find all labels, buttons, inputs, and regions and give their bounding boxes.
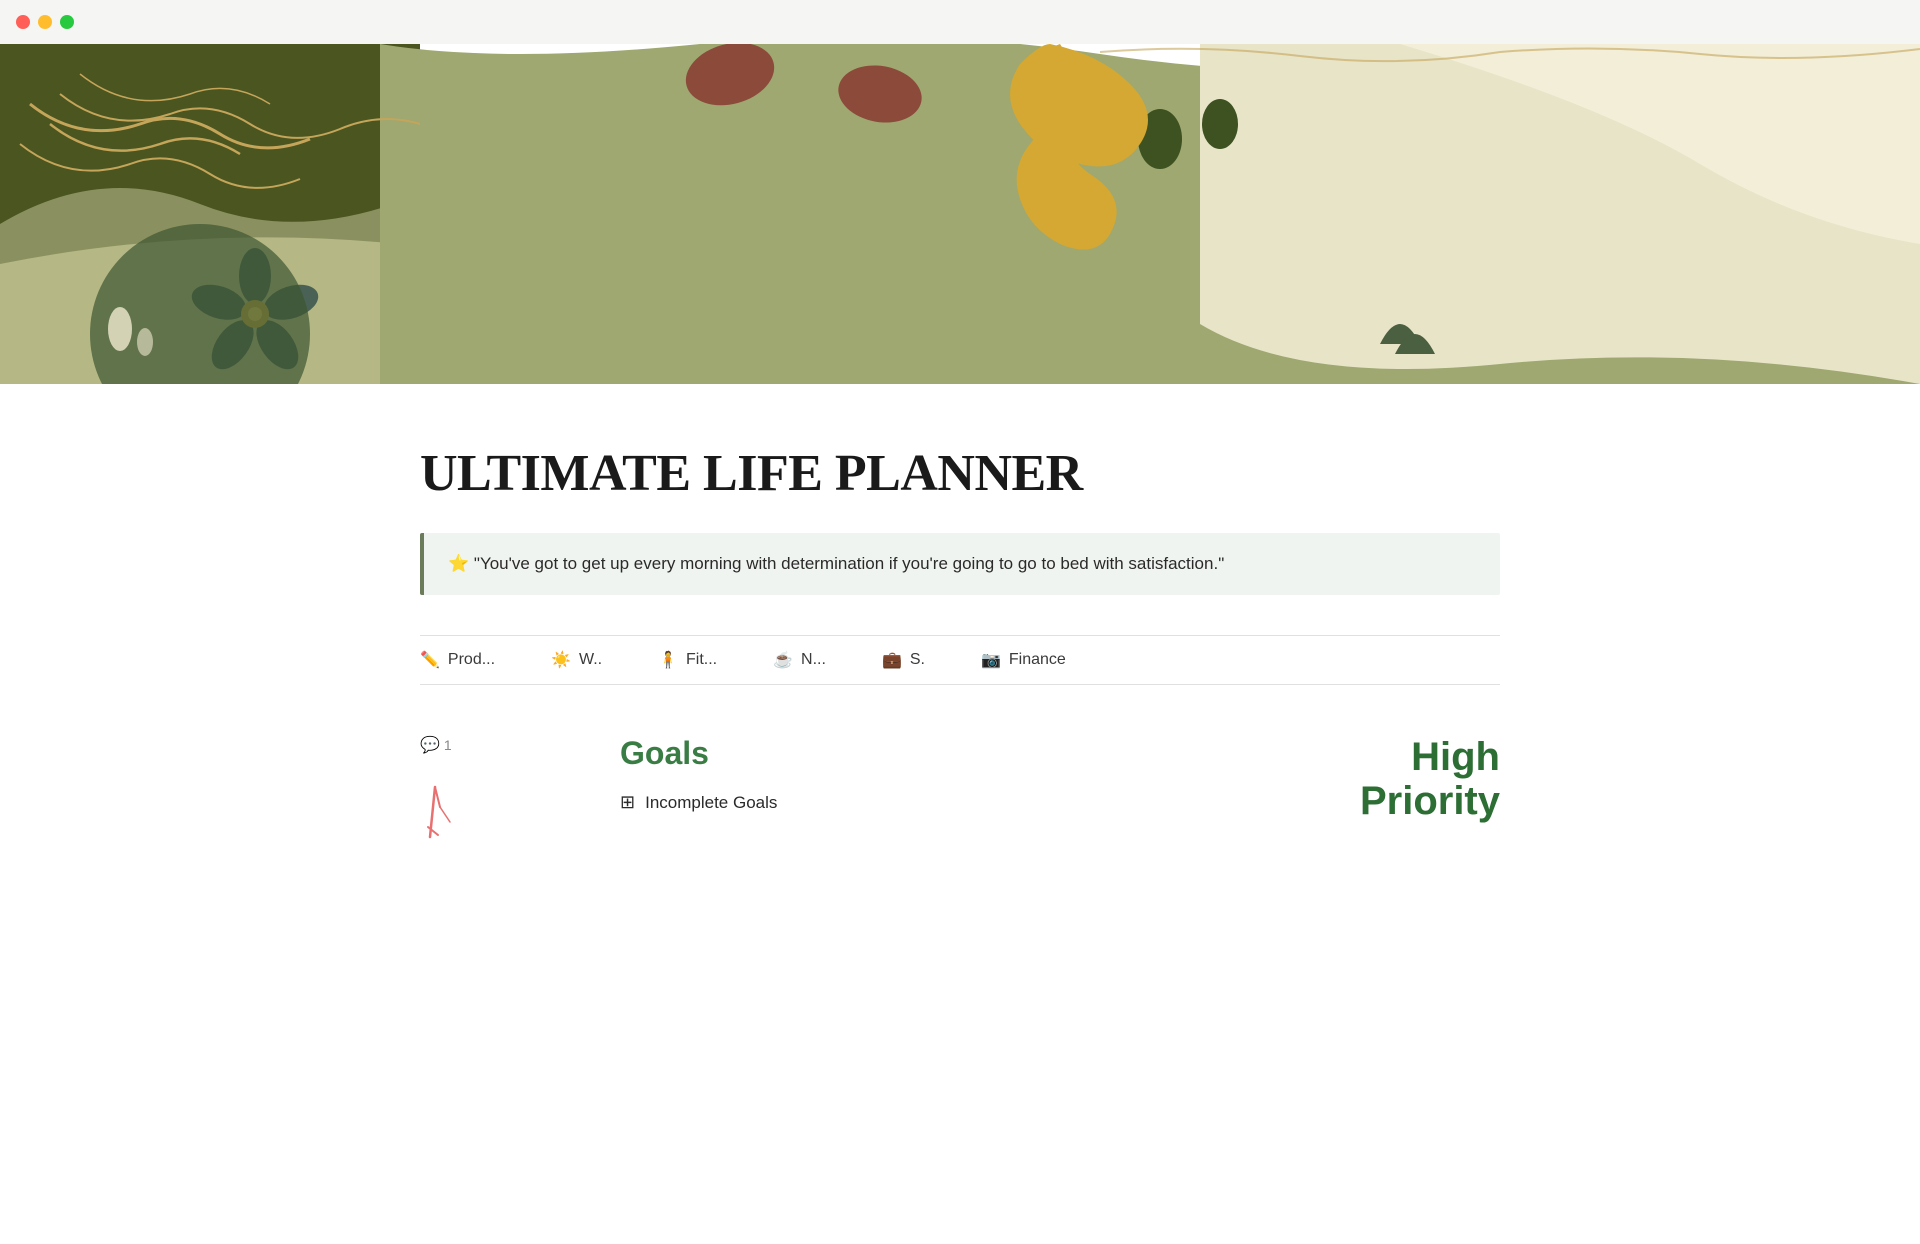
thumbnail-sketch xyxy=(420,767,520,847)
tab-productivity[interactable]: ✏️ Prod... xyxy=(420,636,519,684)
window-chrome xyxy=(0,0,1920,44)
sun-icon: ☀️ xyxy=(551,650,571,670)
tab-social[interactable]: 💼 S. xyxy=(882,636,949,684)
goals-section: Goals ⊞ Incomplete Goals xyxy=(620,735,1280,813)
title-section: ULTIMATE LIFE PLANNER xyxy=(420,384,1500,533)
comment-badge: 💬 1 xyxy=(420,735,540,755)
quote-text: ⭐ "You've got to get up every morning wi… xyxy=(448,551,1224,577)
priority-section: High Priority xyxy=(1360,735,1500,823)
tab-wellness-label: W.. xyxy=(579,651,602,669)
quote-content: "You've got to get up every morning with… xyxy=(474,554,1224,573)
quote-block: ⭐ "You've got to get up every morning wi… xyxy=(420,533,1500,595)
page-title: ULTIMATE LIFE PLANNER xyxy=(420,444,1500,503)
close-button[interactable] xyxy=(16,15,30,29)
page-wrapper: ULTIMATE LIFE PLANNER ⭐ "You've got to g… xyxy=(0,44,1920,852)
content-area: ULTIMATE LIFE PLANNER ⭐ "You've got to g… xyxy=(260,384,1660,852)
quote-emoji: ⭐ xyxy=(448,554,469,573)
tab-productivity-label: Prod... xyxy=(448,651,495,669)
window-buttons xyxy=(16,15,74,29)
goals-title: Goals xyxy=(620,735,1280,772)
bottom-section: 💬 1 Goals ⊞ Incomplete Goals xyxy=(420,685,1500,852)
thumbnail-area: 💬 1 xyxy=(420,735,540,852)
table-icon: ⊞ xyxy=(620,792,635,813)
tab-nutrition-label: N... xyxy=(801,651,826,669)
tab-nutrition[interactable]: ☕ N... xyxy=(773,636,850,684)
maximize-button[interactable] xyxy=(60,15,74,29)
tab-wellness[interactable]: ☀️ W.. xyxy=(551,636,626,684)
tab-finance[interactable]: 📷 Finance xyxy=(981,636,1090,684)
priority-high: High xyxy=(1411,735,1500,779)
tab-fitness-label: Fit... xyxy=(686,651,717,669)
comment-count: 1 xyxy=(444,737,452,753)
briefcase-icon: 💼 xyxy=(882,650,902,670)
minimize-button[interactable] xyxy=(38,15,52,29)
priority-word: Priority xyxy=(1360,779,1500,823)
camera-icon: 📷 xyxy=(981,650,1001,670)
tab-social-label: S. xyxy=(910,651,925,669)
person-icon: 🧍 xyxy=(658,650,678,670)
tab-fitness[interactable]: 🧍 Fit... xyxy=(658,636,741,684)
tab-finance-label: Finance xyxy=(1009,651,1066,669)
incomplete-goals-label: Incomplete Goals xyxy=(645,793,777,813)
coffee-icon: ☕ xyxy=(773,650,793,670)
comment-icon: 💬 xyxy=(420,735,440,755)
nav-tabs: ✏️ Prod... ☀️ W.. 🧍 Fit... ☕ N... 💼 S. 📷 xyxy=(420,636,1500,685)
priority-label: High Priority xyxy=(1360,735,1500,823)
hero-banner xyxy=(0,44,1920,384)
pencil-icon: ✏️ xyxy=(420,650,440,670)
incomplete-goals-row[interactable]: ⊞ Incomplete Goals xyxy=(620,792,1280,813)
